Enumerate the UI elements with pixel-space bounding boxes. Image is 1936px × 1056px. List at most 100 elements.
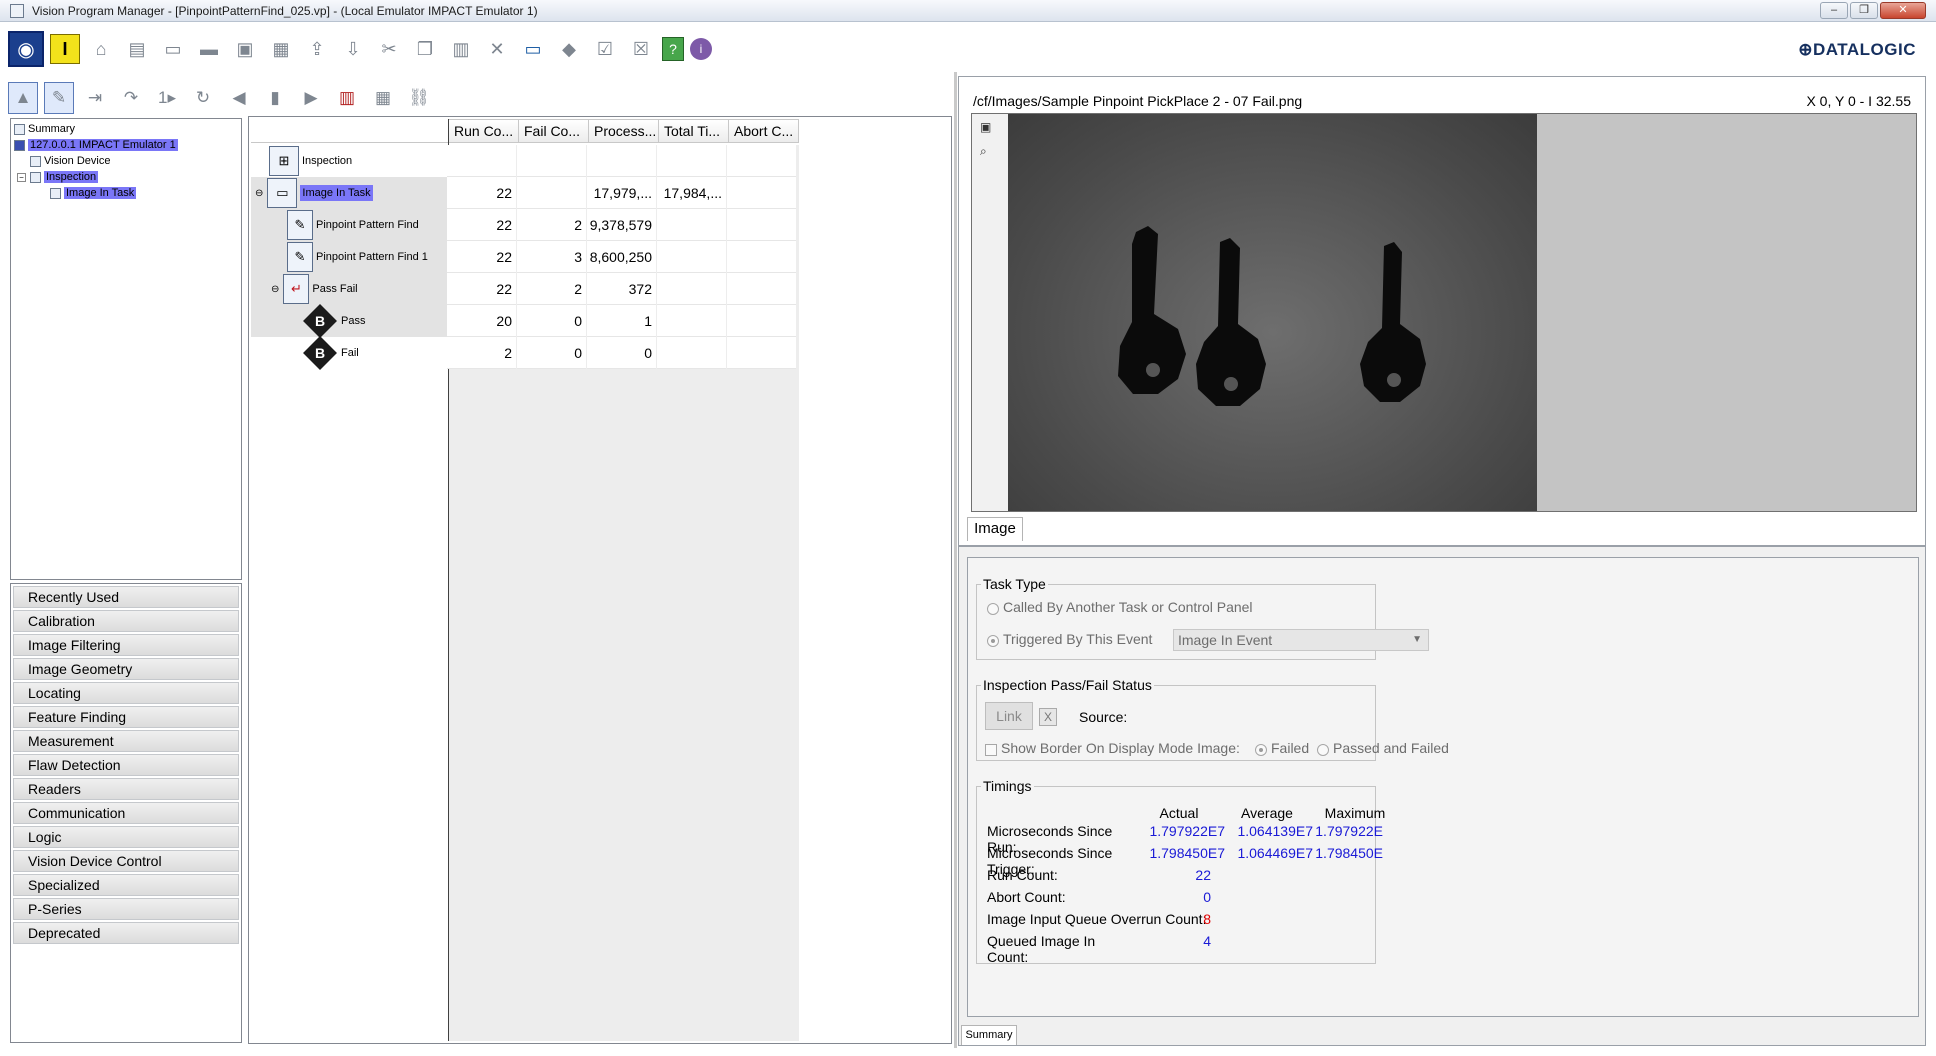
link-button[interactable]: Link: [985, 702, 1033, 730]
step-over-icon[interactable]: ↷: [116, 82, 146, 114]
timing-label: Microseconds Since Run:: [987, 823, 1113, 855]
process-time: 17,979,...: [587, 177, 657, 209]
zoom-icon[interactable]: ⌕: [980, 144, 998, 162]
image-options-icon[interactable]: ▣: [980, 120, 998, 138]
tool-category-communication[interactable]: Communication: [13, 802, 239, 824]
tool-category-locating[interactable]: Locating: [13, 682, 239, 704]
tool-category-deprecated[interactable]: Deprecated: [13, 922, 239, 944]
total-time: [657, 241, 727, 273]
link-icon[interactable]: ⛓: [404, 82, 434, 114]
stamp-icon[interactable]: ◆: [554, 34, 584, 64]
radio-triggered-by-event[interactable]: Triggered By This Event: [987, 631, 1152, 647]
task-name: Image In Task: [300, 185, 373, 201]
open-icon[interactable]: ▭: [158, 34, 188, 64]
maximize-button[interactable]: ❐: [1850, 2, 1878, 19]
step-one-icon[interactable]: 1▸: [152, 82, 182, 114]
column-header-abort-count[interactable]: Abort C...: [729, 119, 799, 143]
panel-splitter[interactable]: [954, 72, 957, 1048]
save-icon[interactable]: ▣: [230, 34, 260, 64]
edit-mode-icon[interactable]: ✎: [44, 82, 74, 114]
task-row[interactable]: ⊖ ↵ Pass Fail 22 2 372: [251, 273, 797, 305]
task-row[interactable]: ⊞ Inspection: [251, 145, 797, 177]
download-icon[interactable]: ⇩: [338, 34, 368, 64]
fail-count: [517, 145, 587, 177]
help-icon[interactable]: ?: [662, 37, 684, 61]
next-icon[interactable]: ▶: [296, 82, 326, 114]
tool-category-image-filtering[interactable]: Image Filtering: [13, 634, 239, 656]
tool-category-feature-finding[interactable]: Feature Finding: [13, 706, 239, 728]
previous-icon[interactable]: ◀: [224, 82, 254, 114]
cut-icon[interactable]: ✂: [374, 34, 404, 64]
task-row[interactable]: B Pass 20 0 1: [251, 304, 797, 338]
tool-category-logic[interactable]: Logic: [13, 826, 239, 848]
tree-item-device[interactable]: 127.0.0.1 IMPACT Emulator 1: [14, 137, 238, 153]
column-header-fail-count[interactable]: Fail Co...: [519, 119, 589, 143]
task-row[interactable]: B Fail 2 0 0: [251, 336, 797, 370]
close-button[interactable]: ✕: [1880, 2, 1926, 19]
tool-category-calibration[interactable]: Calibration: [13, 610, 239, 632]
upload-icon[interactable]: ⇪: [302, 34, 332, 64]
tree-item-image-in-task[interactable]: Image In Task: [14, 185, 238, 201]
collapse-icon[interactable]: ⊖: [255, 188, 263, 199]
checklist-run-icon[interactable]: ☒: [626, 34, 656, 64]
collapse-icon[interactable]: −: [17, 172, 26, 182]
tab-image[interactable]: Image: [967, 517, 1023, 541]
collapse-icon[interactable]: ⊖: [271, 284, 279, 295]
run-count: 22: [447, 241, 517, 273]
task-row[interactable]: ✎ Pinpoint Pattern Find 22 2 9,378,579: [251, 209, 797, 241]
home-icon[interactable]: ⌂: [86, 34, 116, 64]
window-controls: – ❐ ✕: [1820, 2, 1926, 19]
step-out-icon[interactable]: ↻: [188, 82, 218, 114]
show-border-checkbox[interactable]: Show Border On Display Mode Image:: [985, 740, 1240, 756]
folder-icon[interactable]: ▬: [194, 34, 224, 64]
tool-category-specialized[interactable]: Specialized: [13, 874, 239, 896]
task-row[interactable]: ✎ Pinpoint Pattern Find 1 22 3 8,600,250: [251, 241, 797, 273]
new-icon[interactable]: ▤: [122, 34, 152, 64]
radio-failed[interactable]: Failed: [1255, 740, 1309, 756]
radio-called-by-another[interactable]: Called By Another Task or Control Panel: [987, 599, 1253, 615]
tool-category-recently-used[interactable]: Recently Used: [13, 586, 239, 608]
fail-count: 2: [517, 209, 587, 241]
info-icon[interactable]: i: [690, 38, 712, 60]
tab-summary[interactable]: Summary: [961, 1025, 1017, 1045]
stop-icon[interactable]: ▮: [260, 82, 290, 114]
column-header-process[interactable]: Process...: [589, 119, 659, 143]
tree-item-vision-device[interactable]: Vision Device: [14, 153, 238, 169]
column-header-run-count[interactable]: Run Co...: [449, 119, 519, 143]
timing-row-abort-count: Abort Count: 0: [987, 889, 1477, 909]
monitor-icon[interactable]: ▭: [518, 34, 548, 64]
total-time: [657, 145, 727, 177]
pattern-find-icon: ✎: [287, 242, 313, 272]
task-type-title: Task Type: [981, 576, 1048, 592]
tool-category-flaw-detection[interactable]: Flaw Detection: [13, 754, 239, 776]
grid-header: Run Co... Fail Co... Process... Total Ti…: [449, 119, 799, 143]
camera-image[interactable]: [1008, 114, 1537, 511]
run-mode-icon[interactable]: ▲: [8, 82, 38, 114]
copy-icon[interactable]: ❐: [410, 34, 440, 64]
task-row[interactable]: ⊖ ▭ Image In Task 22 17,979,... 17,984,.…: [251, 177, 797, 209]
paste-icon[interactable]: ▥: [446, 34, 476, 64]
delete-icon[interactable]: ✕: [482, 34, 512, 64]
tree-item-inspection[interactable]: − Inspection: [14, 169, 238, 185]
task-cells: 20 0 1: [447, 305, 797, 337]
step-into-icon[interactable]: ⇥: [80, 82, 110, 114]
tool-category-measurement[interactable]: Measurement: [13, 730, 239, 752]
radio-passed-and-failed[interactable]: Passed and Failed: [1317, 740, 1449, 756]
tool-categories: Recently Used Calibration Image Filterin…: [10, 583, 242, 1043]
tool-category-vision-device-control[interactable]: Vision Device Control: [13, 850, 239, 872]
timing-average: 1.064139E7: [1237, 823, 1313, 839]
tool-category-readers[interactable]: Readers: [13, 778, 239, 800]
save-all-icon[interactable]: ▦: [266, 34, 296, 64]
tree-item-summary[interactable]: Summary: [14, 121, 238, 137]
clear-link-button[interactable]: X: [1039, 708, 1057, 726]
checklist-icon[interactable]: ☑: [590, 34, 620, 64]
tool-category-p-series[interactable]: P-Series: [13, 898, 239, 920]
vision-manager-icon[interactable]: ◉: [8, 31, 44, 67]
tool-category-image-geometry[interactable]: Image Geometry: [13, 658, 239, 680]
reset-counters-icon[interactable]: ▥: [332, 82, 362, 114]
minimize-button[interactable]: –: [1820, 2, 1848, 19]
column-header-total-time[interactable]: Total Ti...: [659, 119, 729, 143]
trigger-icon[interactable]: I: [50, 34, 80, 64]
event-select[interactable]: Image In Event ▼: [1173, 629, 1429, 651]
reset-stats-icon[interactable]: ▦: [368, 82, 398, 114]
